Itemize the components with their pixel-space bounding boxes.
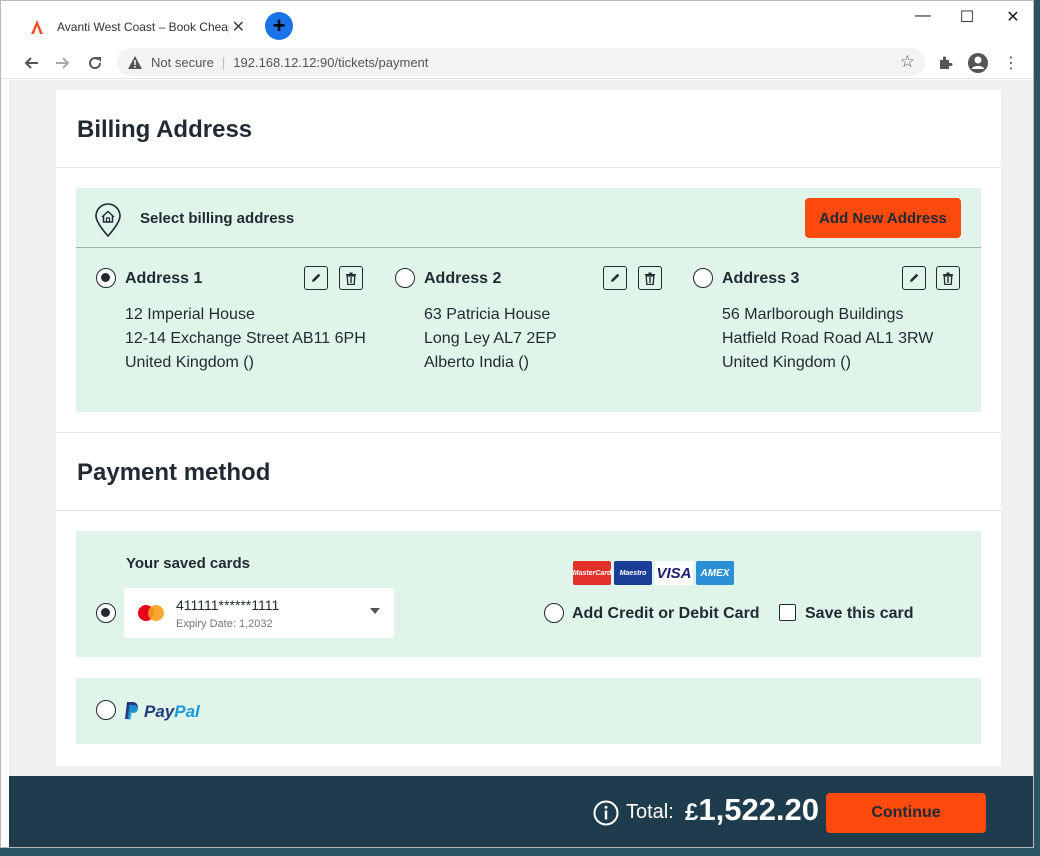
save-card-label: Save this card [805, 605, 914, 622]
address-bar[interactable]: Not secure | 192.168.12.12:90/tickets/pa… [117, 48, 925, 76]
card-number: 411111******1111 [176, 597, 280, 613]
address-1-radio[interactable] [96, 268, 116, 288]
maximize-icon[interactable]: ☐ [947, 7, 987, 27]
edit-icon[interactable] [304, 266, 328, 290]
window-close-icon[interactable]: ✕ [993, 7, 1033, 27]
back-icon[interactable] [19, 51, 43, 75]
browser-window: Avanti West Coast – Book Cheap ✕ + — ☐ ✕… [0, 0, 1034, 848]
warning-icon[interactable] [127, 54, 143, 70]
bookmark-star-icon[interactable]: ☆ [900, 52, 915, 72]
address-line-1: 56 Marlborough Buildings [722, 306, 904, 323]
add-card-radio[interactable] [544, 603, 564, 623]
info-icon[interactable] [593, 800, 619, 826]
save-card-checkbox[interactable] [779, 604, 796, 621]
total-amount: 1,522.20 [698, 792, 820, 827]
currency-symbol: £ [685, 799, 699, 826]
checkout-footer: Total: £1,522.20 Continue [9, 776, 1033, 847]
edit-icon[interactable] [902, 266, 926, 290]
browser-tab[interactable]: Avanti West Coast – Book Cheap ✕ [19, 9, 255, 45]
saved-card-radio[interactable] [96, 603, 116, 623]
address-line-2: Long Ley AL7 2EP [424, 330, 557, 347]
card-logos: MasterCard Maestro VISA AMEX [573, 561, 734, 585]
minimize-icon[interactable]: — [903, 7, 943, 25]
add-card-label: Add Credit or Debit Card [572, 605, 760, 622]
tab-title: Avanti West Coast – Book Cheap [57, 20, 229, 34]
add-new-address-button[interactable]: Add New Address [805, 198, 961, 238]
page-viewport: Billing Address Select billing address A… [9, 80, 1033, 847]
address-line-2: Hatfield Road Road AL1 3RW [722, 330, 934, 347]
address-name: Address 2 [424, 270, 502, 287]
url-text: 192.168.12.12:90/tickets/payment [233, 54, 429, 70]
maestro-logo: Maestro [614, 561, 652, 585]
paypal-text-part2: Pal [174, 702, 200, 721]
url-separator: | [221, 54, 226, 70]
edit-icon[interactable] [603, 266, 627, 290]
address-line-1: 12 Imperial House [125, 306, 255, 323]
reload-icon[interactable] [83, 51, 107, 75]
payment-divider [56, 510, 1001, 511]
address-line-2: 12-14 Exchange Street AB11 6PH [125, 330, 366, 347]
trash-icon[interactable] [936, 266, 960, 290]
tab-bar: Avanti West Coast – Book Cheap ✕ + — ☐ ✕ [1, 1, 1033, 47]
billing-divider [56, 167, 1001, 168]
trash-icon[interactable] [339, 266, 363, 290]
saved-cards-label: Your saved cards [126, 555, 250, 572]
avanti-favicon-icon [29, 19, 45, 35]
browser-menu-icon[interactable]: ⋮ [999, 51, 1023, 75]
address-line-3: Alberto India () [424, 354, 529, 371]
billing-panel-header: Select billing address Add New Address [76, 188, 981, 248]
address-line-3: United Kingdom () [722, 354, 851, 371]
card-payment-panel: Your saved cards 411111******1111 Expiry… [76, 531, 981, 657]
profile-icon[interactable] [966, 51, 990, 75]
address-line-1: 63 Patricia House [424, 306, 551, 323]
paypal-logo: PayPal [124, 702, 200, 722]
address-2-radio[interactable] [395, 268, 415, 288]
billing-title: Billing Address [77, 116, 253, 143]
billing-address-panel: Select billing address Add New Address A… [76, 188, 981, 412]
extensions-icon[interactable] [933, 51, 957, 75]
trash-icon[interactable] [638, 266, 662, 290]
home-location-icon [95, 203, 121, 237]
card-expiry: Expiry Date: 1,2032 [176, 618, 273, 630]
amex-logo: AMEX [696, 561, 734, 585]
paypal-icon [125, 702, 138, 720]
new-tab-button[interactable]: + [265, 12, 293, 40]
security-label: Not secure [151, 54, 214, 70]
address-3-radio[interactable] [693, 268, 713, 288]
forward-icon[interactable] [51, 51, 75, 75]
address-name: Address 3 [722, 270, 800, 287]
section-divider [56, 432, 1001, 433]
mastercard-icon [138, 605, 164, 621]
paypal-text-part1: Pay [144, 702, 175, 721]
paypal-radio[interactable] [96, 700, 116, 720]
mastercard-logo: MasterCard [573, 561, 611, 585]
checkout-card: Billing Address Select billing address A… [56, 90, 1001, 766]
select-billing-label: Select billing address [140, 210, 295, 227]
payment-title: Payment method [77, 459, 271, 486]
chevron-down-icon[interactable] [370, 608, 380, 614]
address-line-3: United Kingdom () [125, 354, 254, 371]
saved-card-dropdown[interactable]: 411111******1111 Expiry Date: 1,2032 [124, 588, 394, 638]
address-name: Address 1 [125, 270, 203, 287]
total-value: £1,522.20 [685, 792, 819, 828]
total-label: Total: [626, 801, 674, 823]
visa-logo: VISA [655, 561, 693, 585]
continue-button[interactable]: Continue [826, 793, 986, 833]
browser-toolbar: Not secure | 192.168.12.12:90/tickets/pa… [1, 47, 1033, 79]
tab-close-icon[interactable]: ✕ [232, 17, 245, 37]
paypal-panel: PayPal [76, 678, 981, 744]
